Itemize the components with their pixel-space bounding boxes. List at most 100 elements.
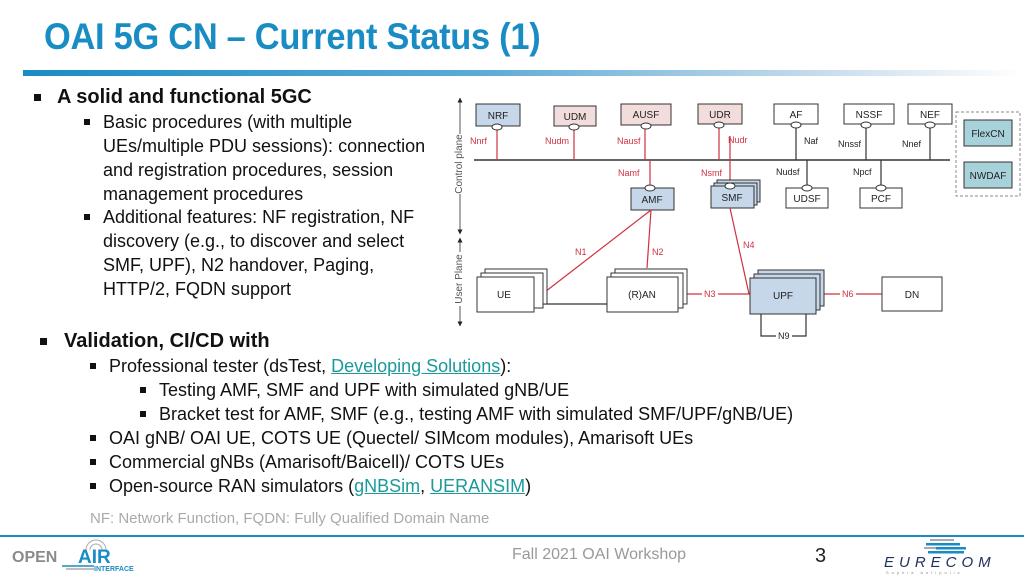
bullet-icon — [90, 363, 96, 369]
text-line: Testing AMF, SMF and UPF with simulated … — [159, 380, 570, 400]
node-label: UPF — [773, 291, 793, 302]
logo-eurecom-text: EURECOM — [884, 554, 996, 571]
text-line: Additional features: NF registration, NF — [103, 207, 415, 227]
iface-label: Nudr — [728, 135, 748, 145]
bullet-icon — [84, 214, 90, 220]
section1-heading: A solid and functional 5GC — [57, 86, 312, 108]
nf-label: NSSF — [856, 110, 883, 121]
n4-link — [729, 207, 750, 295]
title-underline — [23, 70, 1024, 76]
logo-air-text: AIR — [78, 547, 111, 568]
nf-label: AMF — [641, 195, 662, 206]
nf-label: AF — [790, 110, 803, 121]
nf-label: UDR — [709, 110, 731, 121]
nf-nef: NEF — [907, 103, 953, 129]
nf-nrf: NRF — [475, 103, 521, 131]
iface-label: Nsmf — [701, 168, 722, 178]
extra-nf-group: FlexCN NWDAF — [955, 111, 1021, 197]
ref-point-label: N6 — [842, 289, 854, 299]
ref-point-label: N3 — [704, 289, 716, 299]
nf-udm: UDM — [553, 105, 597, 131]
nf-label: NRF — [488, 111, 509, 122]
logo-interface-text: INTERFACE — [94, 566, 134, 573]
nf-udsf: UDSF — [785, 184, 829, 209]
footer-event: Fall 2021 OAI Workshop — [512, 546, 687, 563]
nf-label: SMF — [721, 193, 742, 204]
bullet-icon — [90, 483, 96, 489]
text-separator: , — [420, 476, 431, 496]
node-ran: (R)AN — [606, 268, 688, 313]
text-prefix: Professional tester (dsTest, — [109, 356, 332, 376]
text-line: Basic procedures (with multiple — [103, 112, 353, 132]
logo-eurecom-tagline: Sophia Antipolis — [886, 570, 962, 575]
iface-label: Nnef — [902, 139, 922, 149]
control-plane-label: Control plane — [454, 134, 465, 194]
node-label: UE — [497, 290, 511, 301]
nf-ausf: AUSF — [620, 103, 672, 130]
user-plane-label: User Plane — [454, 254, 465, 304]
iface-label: Nausf — [617, 136, 641, 146]
eurecom-logo: EURECOM Sophia Antipolis — [884, 539, 996, 575]
5gc-architecture-diagram: Control plane User Plane NRF UDM AUSF UD… — [452, 97, 1021, 341]
text-line: Open-source RAN simulators (gNBSim, UERA… — [109, 476, 531, 497]
nf-label: FlexCN — [971, 129, 1004, 140]
footer-divider — [0, 535, 1024, 537]
nf-udr: UDR — [697, 103, 743, 129]
nf-af: AF — [773, 103, 819, 129]
nf-label: NEF — [920, 110, 940, 121]
section2-heading: Validation, CI/CD with — [64, 330, 270, 352]
text-line: SMF, UPF), N2 handover, Paging, — [103, 255, 375, 275]
logo-open-text: OPEN — [12, 549, 57, 566]
bullet-icon — [90, 459, 96, 465]
text-line: and registration procedures, session — [103, 160, 394, 180]
ref-point-label: N1 — [575, 247, 587, 257]
text-line: Professional tester (dsTest, Developing … — [109, 356, 511, 377]
bullet-icon — [140, 387, 146, 393]
iface-label: Nudm — [545, 136, 569, 146]
text-line: Bracket test for AMF, SMF (e.g., testing… — [159, 404, 794, 424]
node-dn: DN — [881, 276, 943, 312]
node-upf: UPF — [749, 269, 825, 315]
ueransim-link[interactable]: UERANSIM — [430, 476, 525, 496]
nf-pcf: PCF — [859, 184, 903, 209]
ref-point-label: N2 — [652, 247, 664, 257]
text-line: management procedures — [103, 184, 304, 204]
n2-link — [646, 209, 652, 269]
text-suffix: ): — [500, 356, 512, 376]
node-label: (R)AN — [628, 290, 656, 301]
iface-label: Npcf — [853, 167, 872, 177]
page-number: 3 — [815, 545, 827, 567]
slide-title: OAI 5G CN – Current Status (1) — [44, 16, 541, 57]
nf-smf: SMF — [710, 179, 761, 209]
text-line: Commercial gNBs (Amarisoft/Baicell)/ COT… — [109, 452, 505, 472]
developing-solutions-link[interactable]: Developing Solutions — [331, 356, 500, 376]
bullet-icon — [140, 411, 146, 417]
bullet-icon — [90, 435, 96, 441]
bullet-icon — [40, 338, 47, 345]
text-line: HTTP/2, FQDN support — [103, 279, 292, 299]
abbreviation-note: NF: Network Function, FQDN: Fully Qualif… — [90, 510, 490, 527]
gnbsim-link[interactable]: gNBSim — [354, 476, 420, 496]
nf-label: PCF — [871, 194, 891, 205]
ref-point-label: N4 — [743, 240, 755, 250]
text-line: discovery (e.g., to discover and select — [103, 231, 405, 251]
node-ue: UE — [476, 268, 548, 313]
nf-label: UDM — [564, 112, 587, 123]
iface-label: Namf — [618, 168, 640, 178]
ref-point-label: N9 — [778, 331, 790, 341]
nf-label: UDSF — [793, 194, 820, 205]
iface-label: Nudsf — [776, 167, 800, 177]
nf-nssf: NSSF — [843, 103, 895, 129]
node-label: DN — [905, 290, 919, 301]
nf-label: NWDAF — [970, 171, 1007, 182]
iface-label: Naf — [804, 136, 819, 146]
iface-label: Nnrf — [470, 136, 488, 146]
text-line: OAI gNB/ OAI UE, COTS UE (Quectel/ SIMco… — [109, 428, 694, 448]
text-line: UEs/multiple PDU sessions): connection — [103, 136, 426, 156]
nf-amf: AMF — [630, 184, 675, 211]
iface-label: Nnssf — [838, 139, 862, 149]
openairinterface-logo: OPEN AIR INTERFACE — [12, 539, 134, 573]
nf-label: AUSF — [633, 110, 660, 121]
text-prefix: Open-source RAN simulators ( — [109, 476, 355, 496]
bullet-icon — [34, 94, 41, 101]
